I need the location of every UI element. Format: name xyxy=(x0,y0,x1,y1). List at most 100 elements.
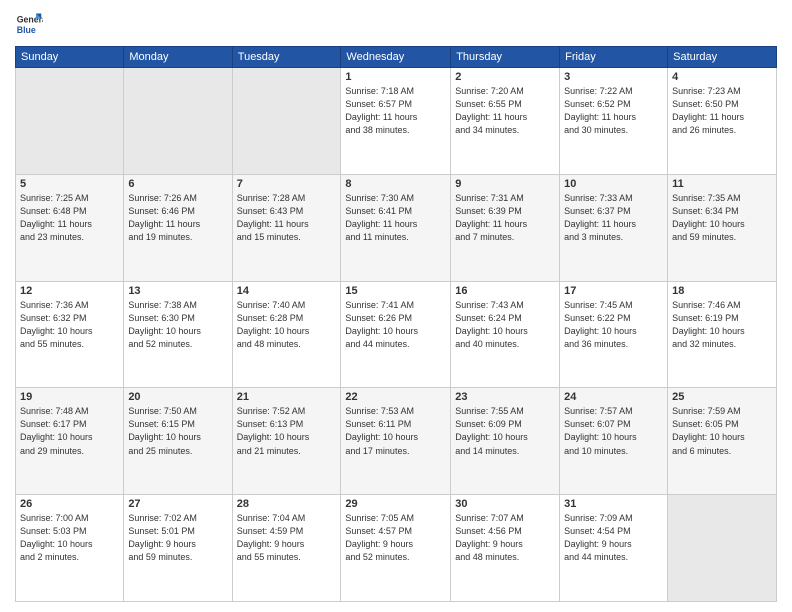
day-info: Sunrise: 7:52 AM Sunset: 6:13 PM Dayligh… xyxy=(237,405,337,457)
calendar-cell: 4 Sunrise: 7:23 AM Sunset: 6:50 PM Daylig… xyxy=(668,68,777,175)
day-info: Sunrise: 7:53 AM Sunset: 6:11 PM Dayligh… xyxy=(345,405,446,457)
day-info: Sunrise: 7:50 AM Sunset: 6:15 PM Dayligh… xyxy=(128,405,227,457)
day-number: 23 xyxy=(455,391,555,403)
day-info: Sunrise: 7:55 AM Sunset: 6:09 PM Dayligh… xyxy=(455,405,555,457)
calendar-cell: 28 Sunrise: 7:04 AM Sunset: 4:59 PM Dayli… xyxy=(232,495,341,602)
header: General Blue xyxy=(15,10,777,38)
calendar-cell: 16 Sunrise: 7:43 AM Sunset: 6:24 PM Dayli… xyxy=(451,281,560,388)
day-number: 15 xyxy=(345,285,446,297)
day-number: 5 xyxy=(20,178,119,190)
day-number: 29 xyxy=(345,498,446,510)
logo-icon: General Blue xyxy=(15,10,43,38)
calendar-cell: 8 Sunrise: 7:30 AM Sunset: 6:41 PM Daylig… xyxy=(341,174,451,281)
day-info: Sunrise: 7:35 AM Sunset: 6:34 PM Dayligh… xyxy=(672,192,772,244)
calendar-cell: 1 Sunrise: 7:18 AM Sunset: 6:57 PM Daylig… xyxy=(341,68,451,175)
calendar-cell: 14 Sunrise: 7:40 AM Sunset: 6:28 PM Dayli… xyxy=(232,281,341,388)
calendar-cell: 22 Sunrise: 7:53 AM Sunset: 6:11 PM Dayli… xyxy=(341,388,451,495)
day-number: 3 xyxy=(564,71,663,83)
day-number: 8 xyxy=(345,178,446,190)
day-number: 17 xyxy=(564,285,663,297)
day-number: 4 xyxy=(672,71,772,83)
logo: General Blue xyxy=(15,10,47,38)
weekday-header-saturday: Saturday xyxy=(668,47,777,68)
calendar-cell: 21 Sunrise: 7:52 AM Sunset: 6:13 PM Dayli… xyxy=(232,388,341,495)
day-number: 22 xyxy=(345,391,446,403)
calendar-cell: 3 Sunrise: 7:22 AM Sunset: 6:52 PM Daylig… xyxy=(560,68,668,175)
day-info: Sunrise: 7:23 AM Sunset: 6:50 PM Dayligh… xyxy=(672,85,772,137)
calendar-cell xyxy=(16,68,124,175)
day-info: Sunrise: 7:36 AM Sunset: 6:32 PM Dayligh… xyxy=(20,299,119,351)
day-info: Sunrise: 7:04 AM Sunset: 4:59 PM Dayligh… xyxy=(237,512,337,564)
day-info: Sunrise: 7:30 AM Sunset: 6:41 PM Dayligh… xyxy=(345,192,446,244)
day-number: 24 xyxy=(564,391,663,403)
day-number: 18 xyxy=(672,285,772,297)
day-info: Sunrise: 7:07 AM Sunset: 4:56 PM Dayligh… xyxy=(455,512,555,564)
calendar-cell: 9 Sunrise: 7:31 AM Sunset: 6:39 PM Daylig… xyxy=(451,174,560,281)
day-info: Sunrise: 7:33 AM Sunset: 6:37 PM Dayligh… xyxy=(564,192,663,244)
weekday-header-tuesday: Tuesday xyxy=(232,47,341,68)
calendar-week-row: 1 Sunrise: 7:18 AM Sunset: 6:57 PM Daylig… xyxy=(16,68,777,175)
day-info: Sunrise: 7:09 AM Sunset: 4:54 PM Dayligh… xyxy=(564,512,663,564)
day-info: Sunrise: 7:40 AM Sunset: 6:28 PM Dayligh… xyxy=(237,299,337,351)
day-number: 10 xyxy=(564,178,663,190)
calendar-cell: 11 Sunrise: 7:35 AM Sunset: 6:34 PM Dayli… xyxy=(668,174,777,281)
weekday-header-wednesday: Wednesday xyxy=(341,47,451,68)
weekday-header-friday: Friday xyxy=(560,47,668,68)
calendar-cell: 10 Sunrise: 7:33 AM Sunset: 6:37 PM Dayli… xyxy=(560,174,668,281)
calendar-cell: 6Sunrise: 7:26 AM Sunset: 6:46 PM Daylig… xyxy=(124,174,232,281)
svg-text:Blue: Blue xyxy=(17,25,36,35)
day-info: Sunrise: 7:48 AM Sunset: 6:17 PM Dayligh… xyxy=(20,405,119,457)
day-number: 16 xyxy=(455,285,555,297)
day-info: Sunrise: 7:46 AM Sunset: 6:19 PM Dayligh… xyxy=(672,299,772,351)
day-info: Sunrise: 7:25 AM Sunset: 6:48 PM Dayligh… xyxy=(20,192,119,244)
day-number: 11 xyxy=(672,178,772,190)
calendar-cell: 15 Sunrise: 7:41 AM Sunset: 6:26 PM Dayli… xyxy=(341,281,451,388)
day-number: 28 xyxy=(237,498,337,510)
day-info: Sunrise: 7:57 AM Sunset: 6:07 PM Dayligh… xyxy=(564,405,663,457)
calendar-cell: 2Sunrise: 7:20 AM Sunset: 6:55 PM Daylig… xyxy=(451,68,560,175)
calendar-cell: 26 Sunrise: 7:00 AM Sunset: 5:03 PM Dayli… xyxy=(16,495,124,602)
weekday-header-monday: Monday xyxy=(124,47,232,68)
day-number: 30 xyxy=(455,498,555,510)
day-number: 20 xyxy=(128,391,227,403)
day-number: 25 xyxy=(672,391,772,403)
day-number: 31 xyxy=(564,498,663,510)
calendar-cell: 24 Sunrise: 7:57 AM Sunset: 6:07 PM Dayli… xyxy=(560,388,668,495)
calendar-week-row: 26 Sunrise: 7:00 AM Sunset: 5:03 PM Dayli… xyxy=(16,495,777,602)
weekday-header-sunday: Sunday xyxy=(16,47,124,68)
calendar-cell: 18 Sunrise: 7:46 AM Sunset: 6:19 PM Dayli… xyxy=(668,281,777,388)
calendar-week-row: 19Sunrise: 7:48 AM Sunset: 6:17 PM Dayli… xyxy=(16,388,777,495)
calendar-cell: 19Sunrise: 7:48 AM Sunset: 6:17 PM Dayli… xyxy=(16,388,124,495)
calendar-cell: 20 Sunrise: 7:50 AM Sunset: 6:15 PM Dayli… xyxy=(124,388,232,495)
calendar-cell: 27 Sunrise: 7:02 AM Sunset: 5:01 PM Dayli… xyxy=(124,495,232,602)
day-number: 26 xyxy=(20,498,119,510)
calendar-week-row: 5 Sunrise: 7:25 AM Sunset: 6:48 PM Daylig… xyxy=(16,174,777,281)
day-info: Sunrise: 7:00 AM Sunset: 5:03 PM Dayligh… xyxy=(20,512,119,564)
day-number: 9 xyxy=(455,178,555,190)
day-info: Sunrise: 7:31 AM Sunset: 6:39 PM Dayligh… xyxy=(455,192,555,244)
day-number: 13 xyxy=(128,285,227,297)
calendar-cell: 17Sunrise: 7:45 AM Sunset: 6:22 PM Dayli… xyxy=(560,281,668,388)
day-info: Sunrise: 7:43 AM Sunset: 6:24 PM Dayligh… xyxy=(455,299,555,351)
calendar-cell: 25Sunrise: 7:59 AM Sunset: 6:05 PM Dayli… xyxy=(668,388,777,495)
calendar-week-row: 12 Sunrise: 7:36 AM Sunset: 6:32 PM Dayli… xyxy=(16,281,777,388)
day-number: 12 xyxy=(20,285,119,297)
day-info: Sunrise: 7:22 AM Sunset: 6:52 PM Dayligh… xyxy=(564,85,663,137)
day-info: Sunrise: 7:41 AM Sunset: 6:26 PM Dayligh… xyxy=(345,299,446,351)
calendar-cell xyxy=(668,495,777,602)
calendar-cell xyxy=(232,68,341,175)
calendar-cell: 30 Sunrise: 7:07 AM Sunset: 4:56 PM Dayli… xyxy=(451,495,560,602)
calendar-cell xyxy=(124,68,232,175)
day-number: 1 xyxy=(345,71,446,83)
calendar-cell: 23 Sunrise: 7:55 AM Sunset: 6:09 PM Dayli… xyxy=(451,388,560,495)
day-number: 7 xyxy=(237,178,337,190)
day-info: Sunrise: 7:02 AM Sunset: 5:01 PM Dayligh… xyxy=(128,512,227,564)
day-info: Sunrise: 7:18 AM Sunset: 6:57 PM Dayligh… xyxy=(345,85,446,137)
day-number: 14 xyxy=(237,285,337,297)
day-number: 21 xyxy=(237,391,337,403)
day-info: Sunrise: 7:28 AM Sunset: 6:43 PM Dayligh… xyxy=(237,192,337,244)
day-number: 27 xyxy=(128,498,227,510)
day-number: 6 xyxy=(128,178,227,190)
day-info: Sunrise: 7:05 AM Sunset: 4:57 PM Dayligh… xyxy=(345,512,446,564)
weekday-header-row: SundayMondayTuesdayWednesdayThursdayFrid… xyxy=(16,47,777,68)
